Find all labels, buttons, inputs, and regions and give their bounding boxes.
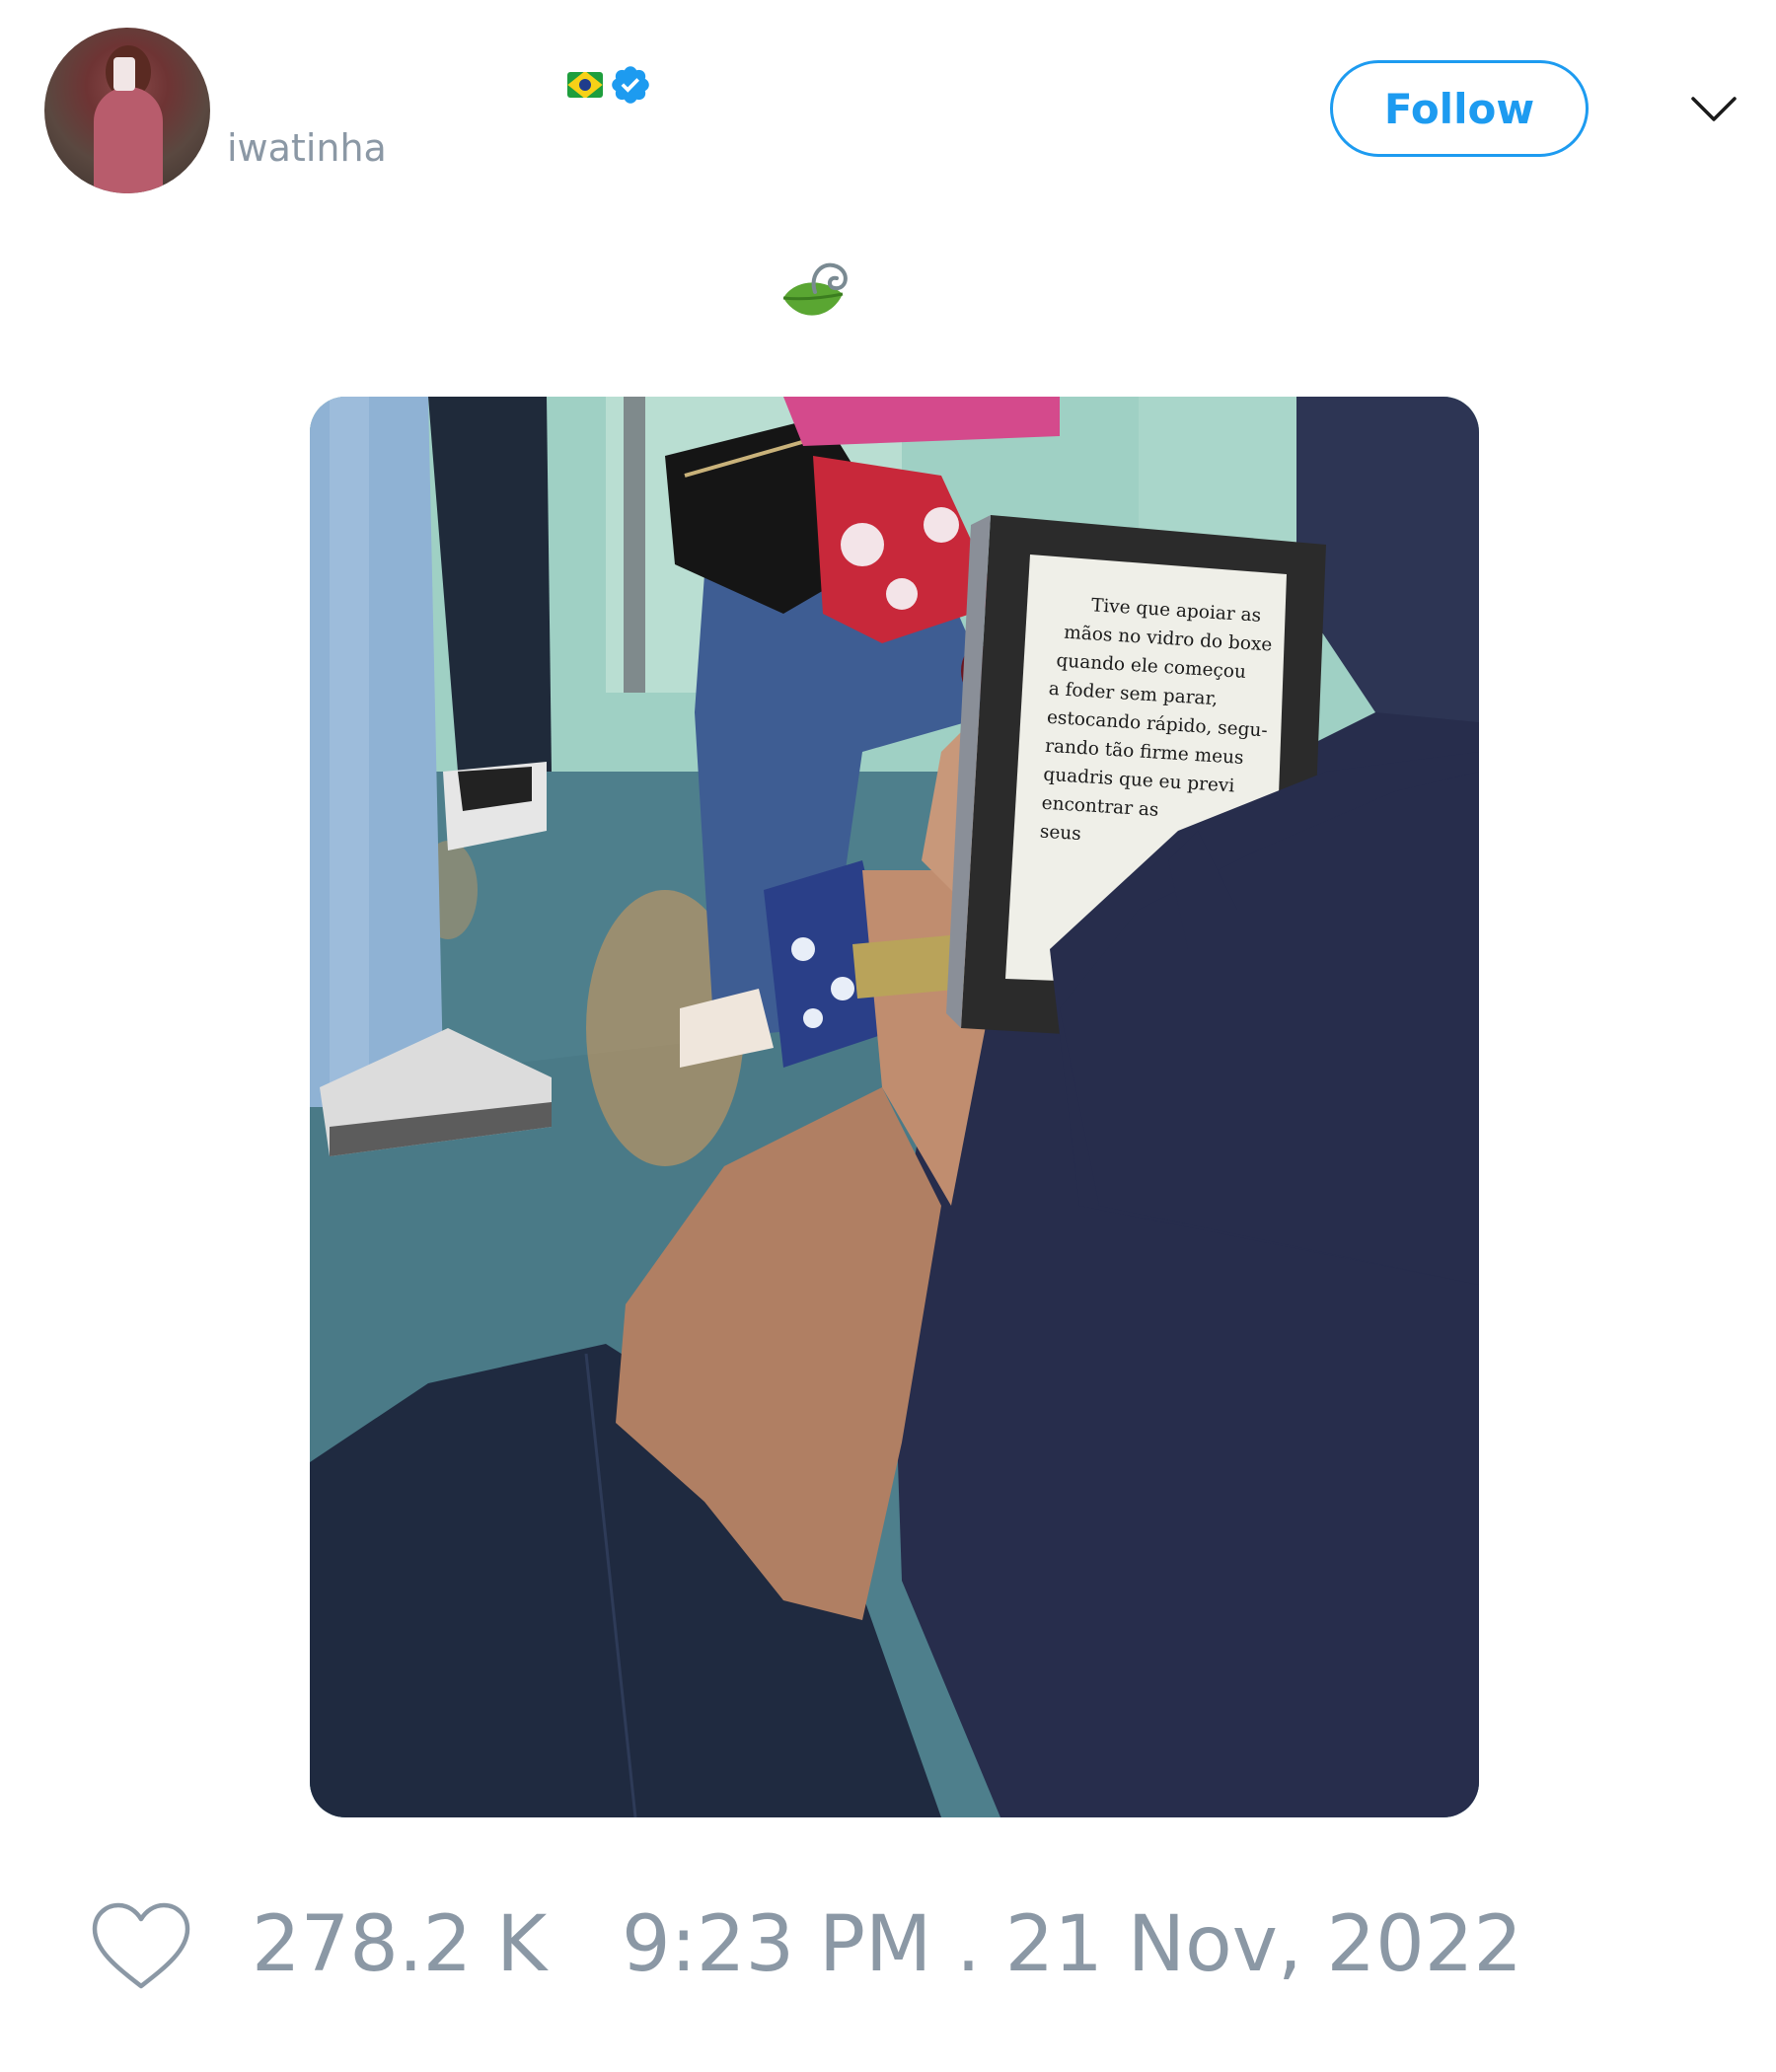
- avatar[interactable]: [44, 28, 210, 193]
- brazil-flag-icon: [567, 72, 603, 98]
- leaf-emoji-icon: [782, 262, 848, 316]
- heart-icon[interactable]: [89, 1899, 193, 1994]
- follow-button[interactable]: Follow: [1330, 60, 1589, 157]
- like-count: 278.2 K: [252, 1900, 548, 1989]
- timestamp[interactable]: 9:23 PM . 21 Nov, 2022: [622, 1906, 1522, 1983]
- photo-foreground: [1060, 772, 1479, 1285]
- chevron-down-icon[interactable]: [1689, 91, 1739, 126]
- avatar-body: [94, 87, 163, 193]
- display-name[interactable]: [567, 65, 652, 105]
- username[interactable]: iwatinha: [227, 126, 387, 170]
- tweet-photo[interactable]: Tive que apoiar as mãos no vidro do boxe…: [310, 397, 1479, 1817]
- avatar-phone: [113, 57, 135, 91]
- verified-badge-icon: [612, 66, 649, 104]
- tweet-card: iwatinha Follow Tive que apoiar as mãos …: [0, 0, 1776, 2072]
